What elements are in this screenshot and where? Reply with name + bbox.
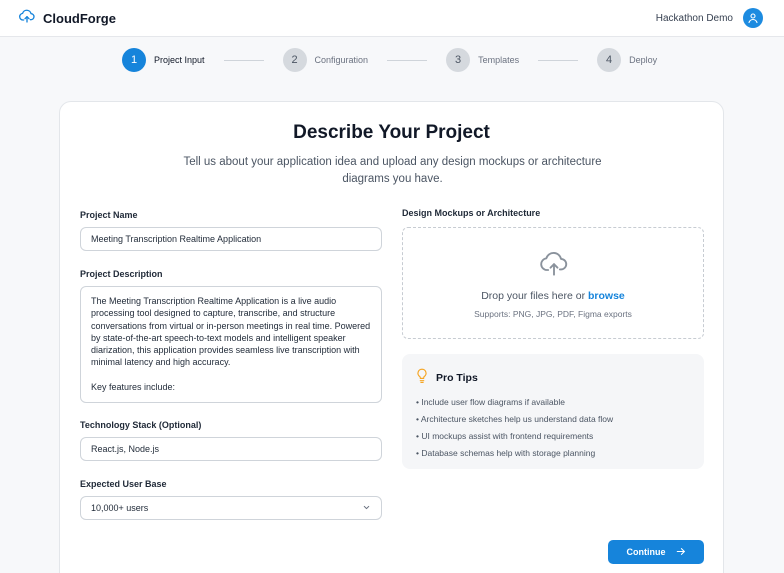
file-dropzone[interactable]: Drop your files here or browse Supports:…	[402, 227, 704, 339]
design-mockups-label: Design Mockups or Architecture	[402, 208, 541, 218]
drop-text: Drop your files here or	[481, 290, 586, 302]
continue-button[interactable]: Continue	[608, 540, 704, 564]
tech-stack-label: Technology Stack (Optional)	[80, 420, 202, 430]
step-label: Configuration	[314, 55, 369, 65]
step-connector	[538, 59, 579, 61]
step-connector	[387, 59, 428, 61]
step-number: 3	[446, 48, 471, 72]
step-deploy[interactable]: 4 Deploy	[597, 48, 657, 72]
page-subtitle: Tell us about your application idea and …	[183, 156, 602, 185]
supported-formats: Supports: PNG, JPG, PDF, Figma exports	[474, 309, 632, 319]
arrow-right-icon	[676, 547, 686, 558]
step-number: 2	[282, 48, 307, 72]
brand[interactable]: CloudForge	[19, 9, 116, 28]
tip-item: • UI mockups assist with frontend requir…	[416, 431, 594, 441]
project-name-input[interactable]: Meeting Transcription Realtime Applicati…	[80, 227, 382, 251]
user-name: Hackathon Demo	[655, 12, 733, 24]
project-input-card: Describe Your Project Tell us about your…	[59, 101, 724, 573]
cloud-upload-icon	[540, 250, 568, 281]
step-project-input[interactable]: 1 Project Input	[122, 48, 205, 72]
step-label: Project Input	[154, 55, 205, 65]
project-description-label: Project Description	[80, 269, 163, 279]
pro-tips-header: Pro Tips	[416, 368, 690, 388]
step-label: Templates	[478, 55, 520, 65]
user-base-select[interactable]: 10,000+ users	[80, 496, 382, 520]
cloud-upload-icon	[19, 9, 35, 28]
page-title: Describe Your Project	[293, 122, 490, 143]
step-number: 4	[597, 48, 622, 72]
pro-tips-title: Pro Tips	[436, 372, 478, 384]
step-configuration[interactable]: 2 Configuration	[282, 48, 369, 72]
user-avatar-icon[interactable]	[743, 8, 763, 28]
lightbulb-icon	[416, 368, 428, 388]
continue-label: Continue	[626, 547, 666, 557]
browse-link[interactable]: browse	[588, 290, 625, 302]
user-base-selected: 10,000+ users	[91, 503, 149, 513]
step-label: Deploy	[629, 55, 658, 65]
user-base-label: Expected User Base	[80, 479, 167, 489]
project-name-label: Project Name	[80, 210, 138, 220]
top-bar: CloudForge Hackathon Demo	[0, 0, 784, 37]
step-templates[interactable]: 3 Templates	[446, 48, 519, 72]
tech-stack-input[interactable]: React.js, Node.js	[80, 437, 382, 461]
drop-instructions: Drop your files here or browse	[403, 290, 703, 302]
step-number: 1	[122, 48, 146, 72]
tip-item: • Architecture sketches help us understa…	[416, 414, 614, 424]
chevron-down-icon	[362, 503, 371, 514]
tip-item: • Database schemas help with storage pla…	[416, 448, 596, 458]
tip-item: • Include user flow diagrams if availabl…	[416, 397, 565, 407]
progress-stepper: 1 Project Input 2 Configuration 3 Templa…	[122, 47, 657, 73]
user-menu[interactable]: Hackathon Demo	[656, 8, 763, 28]
brand-name: CloudForge	[43, 10, 116, 26]
project-description-textarea[interactable]: The Meeting Transcription Realtime Appli…	[80, 286, 382, 403]
step-connector	[223, 59, 264, 61]
pro-tips-panel: Pro Tips • Include user flow diagrams if…	[402, 354, 704, 469]
